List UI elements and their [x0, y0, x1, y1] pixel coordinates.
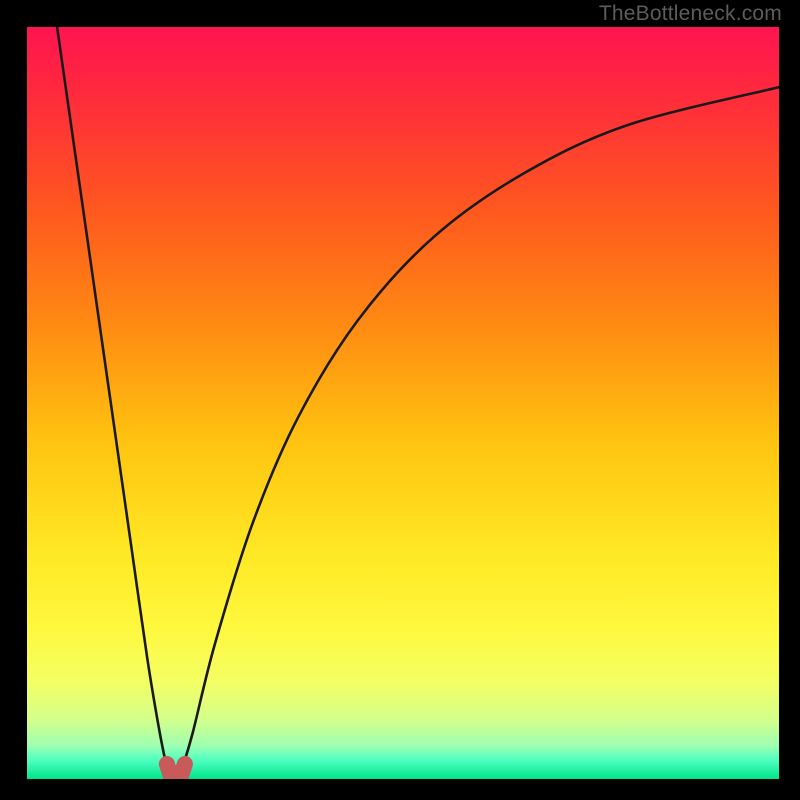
minimum-marker: [167, 764, 185, 779]
gradient-background: [27, 27, 779, 779]
watermark-label: TheBottleneck.com: [599, 2, 782, 26]
plot-area: [27, 27, 779, 779]
chart-frame: TheBottleneck.com: [0, 0, 800, 800]
gradient-plot-svg: [27, 27, 779, 779]
